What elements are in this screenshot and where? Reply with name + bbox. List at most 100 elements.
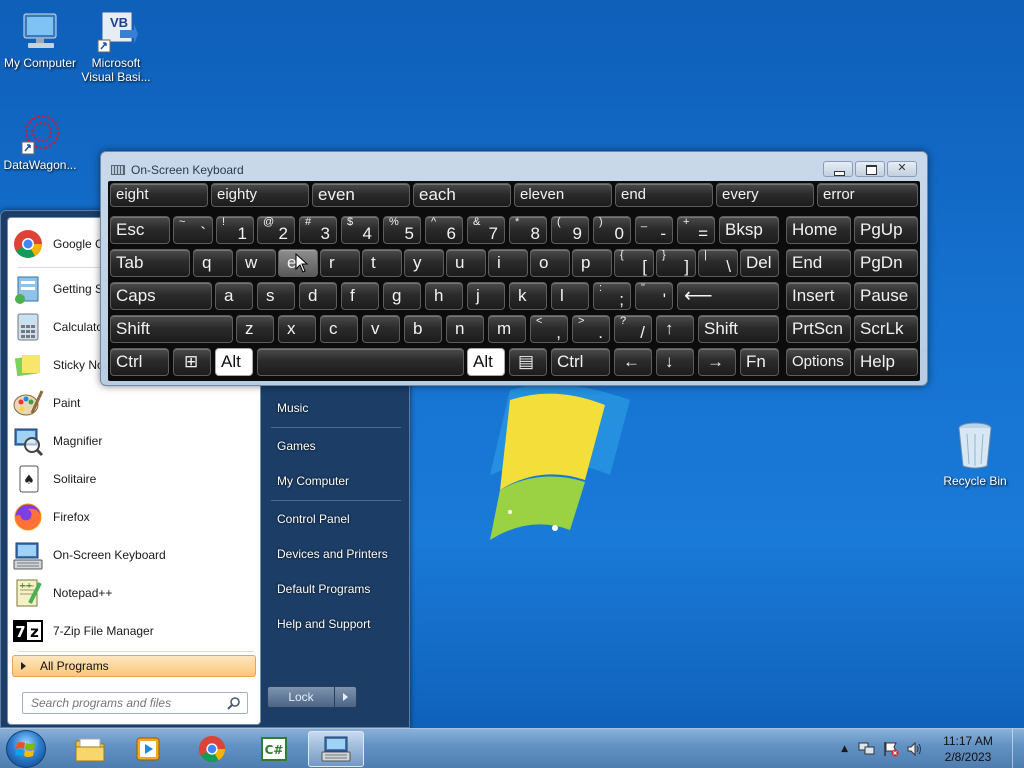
key-bracket-left[interactable]: {[ bbox=[614, 249, 654, 277]
key-a[interactable]: a bbox=[215, 282, 253, 310]
key-tilde[interactable]: ~ ` bbox=[173, 216, 213, 244]
start-right-control-panel[interactable]: Control Panel bbox=[269, 505, 403, 533]
suggestion-key[interactable]: error bbox=[817, 183, 918, 207]
key-prtscn[interactable]: PrtScn bbox=[786, 315, 851, 343]
key-r[interactable]: r bbox=[320, 249, 360, 277]
key-semicolon[interactable]: :; bbox=[593, 282, 631, 310]
suggestion-key[interactable]: eighty bbox=[211, 183, 309, 207]
key-insert[interactable]: Insert bbox=[786, 282, 851, 310]
key-f[interactable]: f bbox=[341, 282, 379, 310]
key-minus[interactable]: _ - bbox=[635, 216, 673, 244]
key-esc[interactable]: Esc bbox=[110, 216, 170, 244]
key-l[interactable]: l bbox=[551, 282, 589, 310]
key-shift-left[interactable]: Shift bbox=[110, 315, 233, 343]
key-w[interactable]: w bbox=[236, 249, 276, 277]
key-s[interactable]: s bbox=[257, 282, 295, 310]
key-alt-left[interactable]: Alt bbox=[215, 348, 253, 376]
key-1[interactable]: ! 1 bbox=[216, 216, 254, 244]
start-item-firefox[interactable]: Firefox bbox=[12, 499, 256, 535]
key-q[interactable]: q bbox=[193, 249, 233, 277]
start-right-help-support[interactable]: Help and Support bbox=[269, 610, 403, 638]
key-scrlk[interactable]: ScrLk bbox=[854, 315, 918, 343]
close-button[interactable] bbox=[887, 161, 917, 177]
key-windows[interactable]: ⊞ bbox=[173, 348, 211, 376]
key-fn[interactable]: Fn bbox=[740, 348, 779, 376]
key-backspace[interactable]: Bksp bbox=[719, 216, 779, 244]
key-c[interactable]: c bbox=[320, 315, 358, 343]
start-search-input[interactable] bbox=[31, 696, 211, 710]
key-8[interactable]: * 8 bbox=[509, 216, 547, 244]
key-ctrl-right[interactable]: Ctrl bbox=[551, 348, 610, 376]
key-5[interactable]: % 5 bbox=[383, 216, 421, 244]
start-item-magnifier[interactable]: Magnifier bbox=[12, 423, 256, 459]
lock-button[interactable]: Lock bbox=[267, 686, 335, 708]
key-backslash[interactable]: | \ bbox=[698, 249, 738, 277]
start-button[interactable] bbox=[6, 730, 46, 768]
start-right-default-programs[interactable]: Default Programs bbox=[269, 575, 403, 603]
key-k[interactable]: k bbox=[509, 282, 547, 310]
key-pause[interactable]: Pause bbox=[854, 282, 918, 310]
key-tab[interactable]: Tab bbox=[110, 249, 190, 277]
minimize-button[interactable] bbox=[823, 161, 853, 177]
key-end[interactable]: End bbox=[786, 249, 851, 277]
key-g[interactable]: g bbox=[383, 282, 421, 310]
key-n[interactable]: n bbox=[446, 315, 484, 343]
key-v[interactable]: v bbox=[362, 315, 400, 343]
key-bracket-right[interactable]: }] bbox=[656, 249, 696, 277]
key-0[interactable]: ) 0 bbox=[593, 216, 631, 244]
start-right-music[interactable]: Music bbox=[269, 394, 403, 422]
clock[interactable]: 11:17 AM 2/8/2023 bbox=[928, 733, 1008, 765]
key-pgup[interactable]: PgUp bbox=[854, 216, 918, 244]
volume-icon[interactable] bbox=[906, 741, 924, 757]
key-x[interactable]: x bbox=[278, 315, 316, 343]
start-item-on-screen-keyboard[interactable]: On-Screen Keyboard bbox=[12, 537, 256, 573]
suggestion-key[interactable]: even bbox=[312, 183, 410, 207]
desktop-icon-visual-basic[interactable]: VB Microsoft Visual Basi... bbox=[76, 10, 156, 84]
shutdown-options-arrow[interactable] bbox=[335, 686, 357, 708]
show-desktop-button[interactable] bbox=[1012, 729, 1024, 768]
key-m[interactable]: m bbox=[488, 315, 526, 343]
key-pgdn[interactable]: PgDn bbox=[854, 249, 918, 277]
key-slash[interactable]: ? / bbox=[614, 315, 652, 343]
key-7[interactable]: & 7 bbox=[467, 216, 505, 244]
all-programs-button[interactable]: All Programs bbox=[12, 655, 256, 677]
key-space[interactable] bbox=[257, 348, 464, 376]
start-right-games[interactable]: Games bbox=[269, 432, 403, 460]
suggestion-key[interactable]: each bbox=[413, 183, 511, 207]
key-4[interactable]: $4 bbox=[341, 216, 379, 244]
key-ctrl-left[interactable]: Ctrl bbox=[110, 348, 169, 376]
start-right-devices-printers[interactable]: Devices and Printers bbox=[269, 540, 403, 568]
maximize-button[interactable] bbox=[855, 161, 885, 177]
key-help[interactable]: Help bbox=[854, 348, 918, 376]
taskbar-on-screen-keyboard[interactable] bbox=[308, 731, 364, 767]
start-item-7zip[interactable]: 7z 7-Zip File Manager bbox=[12, 613, 256, 649]
suggestion-key[interactable]: every bbox=[716, 183, 814, 207]
taskbar-csharp[interactable]: C# bbox=[246, 731, 302, 767]
key-p[interactable]: p bbox=[572, 249, 612, 277]
key-6[interactable]: ^ 6 bbox=[425, 216, 463, 244]
key-y[interactable]: y bbox=[404, 249, 444, 277]
key-menu[interactable]: ▤ bbox=[509, 348, 547, 376]
key-shift-right[interactable]: Shift bbox=[698, 315, 779, 343]
key-2[interactable]: @2 bbox=[257, 216, 295, 244]
desktop-icon-recycle-bin[interactable]: Recycle Bin bbox=[940, 420, 1010, 488]
key-caps[interactable]: Caps bbox=[110, 282, 212, 310]
action-center-flag-icon[interactable] bbox=[882, 741, 900, 757]
key-9[interactable]: (9 bbox=[551, 216, 589, 244]
taskbar-media-player[interactable] bbox=[120, 731, 176, 767]
key-arrow-left[interactable]: ← bbox=[614, 348, 652, 376]
key-i[interactable]: i bbox=[488, 249, 528, 277]
suggestion-key[interactable]: eleven bbox=[514, 183, 612, 207]
desktop-icon-datawagon[interactable]: DataWagon... bbox=[0, 112, 80, 172]
key-alt-right[interactable]: Alt bbox=[467, 348, 505, 376]
taskbar-explorer[interactable] bbox=[62, 731, 118, 767]
key-period[interactable]: >. bbox=[572, 315, 610, 343]
key-3[interactable]: #3 bbox=[299, 216, 337, 244]
start-item-solitaire[interactable]: ♠ Solitaire bbox=[12, 461, 256, 497]
key-o[interactable]: o bbox=[530, 249, 570, 277]
key-equals[interactable]: + = bbox=[677, 216, 715, 244]
key-quote[interactable]: " ' bbox=[635, 282, 673, 310]
key-z[interactable]: z bbox=[236, 315, 274, 343]
show-hidden-icons-button[interactable]: ▲ bbox=[841, 744, 848, 754]
start-item-paint[interactable]: Paint bbox=[12, 385, 256, 421]
